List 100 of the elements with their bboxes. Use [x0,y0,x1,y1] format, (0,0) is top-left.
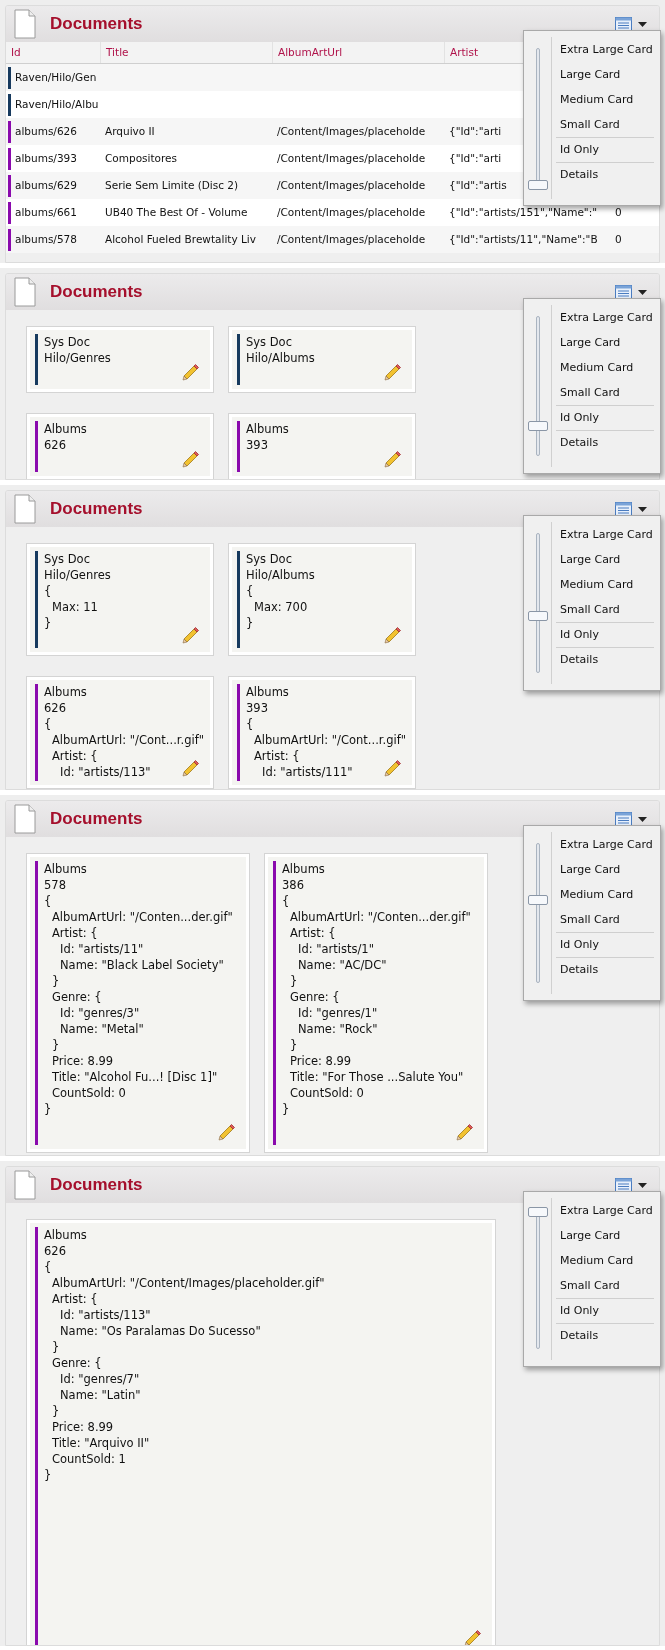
menu-item[interactable]: Small Card [556,1274,654,1298]
table-cell: /Content/Images/placeholde [277,151,426,164]
document-icon [14,277,36,307]
table-cell: albums/626 [15,124,77,137]
column-header[interactable]: Artist [450,44,479,61]
pencil-icon[interactable] [182,626,200,644]
menu-item[interactable]: Large Card [556,548,654,572]
table-cell: {"Id":"artis [449,178,507,191]
json-line: Id: "genres/7" [60,1371,140,1387]
table-cell: albums/578 [15,232,77,245]
document-card[interactable]: Albums 626 { AlbumArtUrl: "/Cont...r.gif" Artist: { Id: "artists/113" [26,676,214,789]
menu-item[interactable]: Details [556,648,654,672]
pencil-icon[interactable] [456,1123,474,1141]
slider-thumb[interactable] [527,180,548,190]
caret-icon[interactable] [638,506,647,512]
document-card[interactable]: Albums 626 [26,413,214,479]
menu-item[interactable]: Small Card [556,113,654,137]
json-line: } [52,973,60,989]
menu-item[interactable]: Extra Large Card [556,38,654,62]
menu-item[interactable]: Small Card [556,381,654,405]
menu-item[interactable]: Medium Card [556,356,654,380]
caret-icon[interactable] [638,21,647,27]
caret-icon[interactable] [638,289,647,295]
menu-item[interactable]: Large Card [556,1224,654,1248]
document-id: 578 [44,877,67,893]
slider-thumb[interactable] [527,611,548,622]
column-header[interactable]: AlbumArtUrl [278,44,343,61]
caret-icon[interactable] [638,816,647,822]
menu-item[interactable]: Id Only [556,933,654,957]
menu-item[interactable]: Id Only [556,406,654,430]
pencil-icon[interactable] [384,450,402,468]
document-card[interactable]: Sys Doc Hilo/Genres { Max: 11 } [26,543,214,656]
document-card[interactable]: Sys Doc Hilo/Albums [228,326,416,393]
document-card[interactable]: Albums 393 [228,413,416,479]
pencil-icon[interactable] [182,450,200,468]
menu-item[interactable]: Details [556,431,654,455]
json-line: Price: 8.99 [52,1419,114,1435]
menu-item[interactable]: Extra Large Card [556,833,654,857]
menu-item[interactable]: Details [556,163,654,187]
menu-item[interactable]: Medium Card [556,573,654,597]
slider-thumb[interactable] [527,1207,548,1217]
json-line: Artist: { [52,748,98,764]
json-line: Id: "artists/111" [262,764,353,780]
document-id: Hilo/Genres [44,350,111,366]
menu-item[interactable]: Large Card [556,331,654,355]
list-view-icon[interactable] [615,285,632,299]
panel-title: Documents [50,808,143,831]
list-view-icon[interactable] [615,502,632,516]
menu-item[interactable]: Details [556,958,654,982]
pencil-icon[interactable] [384,363,402,381]
menu-item[interactable]: Id Only [556,138,654,162]
json-line: Genre: { [290,989,340,1005]
menu-item[interactable]: Medium Card [556,1249,654,1273]
menu-item[interactable]: Id Only [556,1299,654,1323]
panel-title: Documents [50,498,143,521]
menu-item[interactable]: Medium Card [556,88,654,112]
document-card[interactable]: Sys Doc Hilo/Genres [26,326,214,393]
menu-item[interactable]: Small Card [556,908,654,932]
list-view-icon[interactable] [615,812,632,826]
column-header[interactable]: Id [11,44,21,61]
pencil-icon[interactable] [182,363,200,381]
pencil-icon[interactable] [384,759,402,777]
json-line: Name: "Rock" [298,1021,378,1037]
pencil-icon[interactable] [464,1629,482,1645]
menu-item[interactable]: Id Only [556,623,654,647]
json-line: Max: 700 [254,599,308,615]
pencil-icon[interactable] [218,1123,236,1141]
json-line: } [52,1339,60,1355]
menu-item[interactable]: Large Card [556,63,654,87]
pencil-icon[interactable] [384,626,402,644]
table-cell: 0 [615,205,622,218]
column-header[interactable]: Title [106,44,129,61]
json-line: } [52,1403,60,1419]
menu-item[interactable]: Extra Large Card [556,523,654,547]
pencil-icon[interactable] [182,759,200,777]
menu-item[interactable]: Details [556,1324,654,1348]
table-cell: albums/629 [15,178,77,191]
menu-item[interactable]: Small Card [556,598,654,622]
table-cell: UB40 The Best Of - Volume [105,205,248,218]
collection-name: Albums [44,861,88,877]
collection-name: Sys Doc [246,334,293,350]
slider-thumb[interactable] [527,421,548,432]
list-view-icon[interactable] [615,1178,632,1192]
document-card[interactable]: Sys Doc Hilo/Albums { Max: 700 } [228,543,416,656]
document-card[interactable]: Albums 386 { AlbumArtUrl: "/Conten...der.gif" Artist: { Id: "artists/1" Name: "AC/DC" } Genre: { Id: "genres/1" Name: "Rock" } Price: 8.99 Title: "For Those ...Salute You" CountSold: 0 } [264,853,488,1153]
menu-item[interactable]: Extra Large Card [556,306,654,330]
json-line: Name: "Os Paralamas Do Sucesso" [60,1323,261,1339]
collection-name: Albums [44,421,87,437]
caret-icon[interactable] [638,1182,647,1188]
document-card[interactable] [26,853,250,1153]
menu-item[interactable]: Extra Large Card [556,1199,654,1223]
slider-thumb[interactable] [527,894,548,905]
table-cell: Compositores [105,151,178,164]
json-line: { [246,583,254,599]
document-card[interactable]: Albums 393 { AlbumArtUrl: "/Cont...r.gif" Artist: { Id: "artists/111" [228,676,416,789]
menu-item[interactable]: Large Card [556,858,654,882]
menu-item[interactable]: Medium Card [556,883,654,907]
json-line: Title: "Arquivo II" [52,1435,150,1451]
json-line: Name: "AC/DC" [298,957,387,973]
list-view-icon[interactable] [615,17,632,31]
